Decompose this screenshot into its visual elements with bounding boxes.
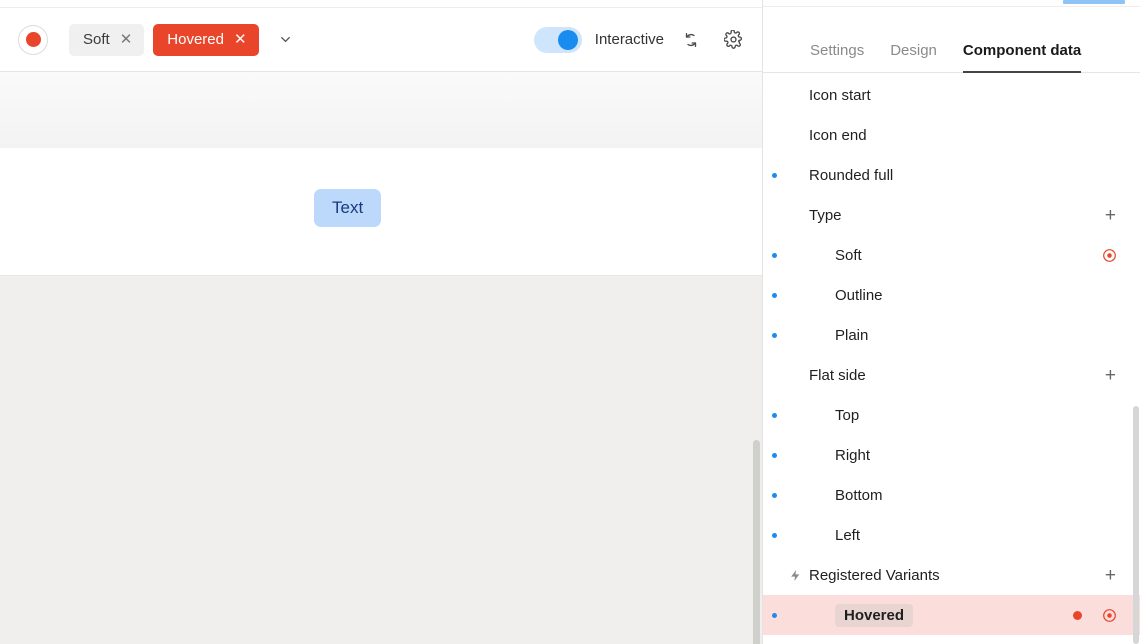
- preview-canvas: Text: [0, 72, 762, 644]
- preview-component-button[interactable]: Text: [314, 189, 381, 227]
- tab-design[interactable]: Design: [890, 42, 937, 72]
- active-dot-icon: [772, 613, 777, 618]
- toggle-knob: [558, 30, 578, 50]
- component-data-row-outline[interactable]: Outline: [763, 275, 1140, 315]
- window-top-strip: [0, 0, 762, 8]
- component-data-row-icon-end[interactable]: Icon end: [763, 115, 1140, 155]
- active-dot-icon: [772, 253, 777, 258]
- active-dot-icon: [772, 413, 777, 418]
- variant-toolbar: Soft ✕ Hovered ✕ Interactive: [0, 8, 762, 72]
- component-data-row-right[interactable]: Right: [763, 435, 1140, 475]
- row-label: Bottom: [835, 487, 883, 504]
- refresh-icon[interactable]: [676, 25, 706, 55]
- row-label: Soft: [835, 247, 862, 264]
- gear-icon[interactable]: [718, 25, 748, 55]
- active-dot-icon: [772, 333, 777, 338]
- panel-scrollbar[interactable]: [1133, 406, 1139, 644]
- row-label: Icon start: [809, 87, 871, 104]
- row-label: Left: [835, 527, 860, 544]
- component-data-row-bottom[interactable]: Bottom: [763, 475, 1140, 515]
- inspector-tabs: Settings Design Component data: [763, 7, 1140, 73]
- close-icon[interactable]: ✕: [234, 32, 247, 47]
- component-data-row-plain[interactable]: Plain: [763, 315, 1140, 355]
- variant-chip-soft[interactable]: Soft ✕: [69, 24, 144, 56]
- row-label: Flat side: [809, 367, 866, 384]
- tab-settings[interactable]: Settings: [810, 42, 864, 72]
- tab-component-data[interactable]: Component data: [963, 42, 1081, 72]
- editor-left-pane: Soft ✕ Hovered ✕ Interactive: [0, 0, 762, 644]
- canvas-band-top: [0, 72, 762, 148]
- active-dot-icon: [772, 293, 777, 298]
- row-label: Type: [809, 207, 842, 224]
- visibility-eye-icon[interactable]: [1100, 606, 1118, 624]
- component-data-row-left[interactable]: Left: [763, 515, 1140, 555]
- visibility-eye-icon[interactable]: [1100, 246, 1118, 264]
- panel-top-crop: [763, 0, 1140, 7]
- add-item-button[interactable]: +: [1103, 566, 1118, 585]
- active-dot-icon: [772, 173, 777, 178]
- row-label: Registered Variants: [809, 567, 940, 584]
- chevron-down-icon[interactable]: [273, 27, 299, 53]
- interactive-toggle[interactable]: [534, 27, 582, 53]
- variant-chip-hovered[interactable]: Hovered ✕: [153, 24, 258, 56]
- recording-dot-icon: [1073, 611, 1082, 620]
- component-data-row-rounded-full[interactable]: Rounded full: [763, 155, 1140, 195]
- row-label: Top: [835, 407, 859, 424]
- record-button[interactable]: [18, 25, 48, 55]
- component-data-group-type[interactable]: Type +: [763, 195, 1140, 235]
- row-label: Right: [835, 447, 870, 464]
- component-data-group-registered-variants[interactable]: Registered Variants +: [763, 555, 1140, 595]
- component-data-row-soft[interactable]: Soft: [763, 235, 1140, 275]
- toolbar-right-controls: Interactive: [534, 25, 748, 55]
- variant-chip-soft-label: Soft: [83, 31, 110, 48]
- row-label: Rounded full: [809, 167, 893, 184]
- add-item-button[interactable]: +: [1103, 366, 1118, 385]
- active-dot-icon: [772, 533, 777, 538]
- row-label: Plain: [835, 327, 868, 344]
- variant-chip-list: Soft ✕ Hovered ✕: [69, 24, 259, 56]
- variant-name-chip[interactable]: Hovered: [835, 604, 913, 627]
- add-item-button[interactable]: +: [1103, 206, 1118, 225]
- row-label: Icon end: [809, 127, 867, 144]
- row-label: Outline: [835, 287, 883, 304]
- interactive-toggle-label: Interactive: [595, 31, 664, 48]
- inspector-panel: Settings Design Component data Icon star…: [762, 0, 1140, 644]
- app-root: Soft ✕ Hovered ✕ Interactive: [0, 0, 1140, 644]
- component-data-row-top[interactable]: Top: [763, 395, 1140, 435]
- active-dot-icon: [772, 493, 777, 498]
- close-icon[interactable]: ✕: [120, 32, 133, 47]
- cropped-selection-indicator: [1063, 0, 1125, 4]
- canvas-band-bottom: [0, 275, 762, 644]
- active-dot-icon: [772, 453, 777, 458]
- component-data-row-icon-start[interactable]: Icon start: [763, 75, 1140, 115]
- canvas-scrollbar[interactable]: [753, 440, 760, 644]
- component-data-row-hovered[interactable]: Hovered: [763, 595, 1140, 635]
- component-data-group-flat-side[interactable]: Flat side +: [763, 355, 1140, 395]
- component-data-list: Icon start Icon end Rounded full Type + Soft O…: [763, 73, 1140, 644]
- lightning-bolt-icon: [789, 568, 802, 583]
- component-data-row-partial[interactable]: [763, 635, 1140, 644]
- record-dot-icon: [26, 32, 41, 47]
- variant-chip-hovered-label: Hovered: [167, 31, 224, 48]
